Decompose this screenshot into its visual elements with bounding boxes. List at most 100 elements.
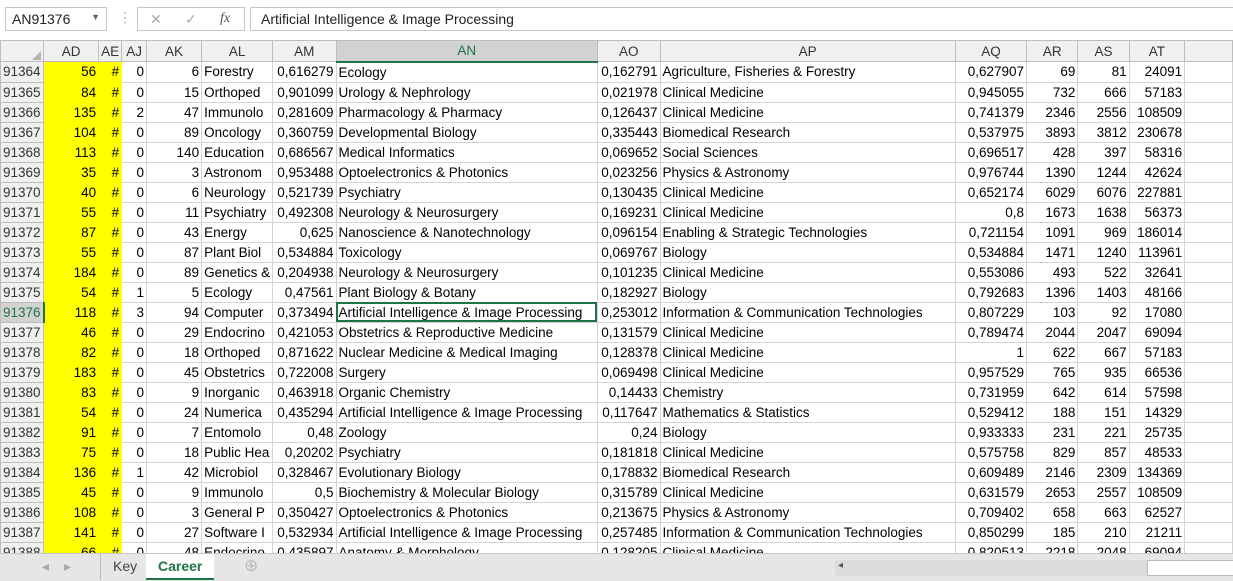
cell-aj[interactable]: 1 xyxy=(121,461,147,483)
cell-ae[interactable]: # xyxy=(98,321,123,343)
cell-an[interactable]: Medical Informatics xyxy=(335,141,598,163)
cell[interactable] xyxy=(1184,101,1233,123)
cell-ae[interactable]: # xyxy=(98,341,123,363)
cell-ak[interactable]: 6 xyxy=(145,181,203,203)
cell-an[interactable]: Biochemistry & Molecular Biology xyxy=(335,481,598,503)
cell-aj[interactable]: 2 xyxy=(121,101,147,123)
cell-ad[interactable]: 46 xyxy=(43,321,100,343)
cell-al[interactable]: Immunolo xyxy=(201,101,274,123)
cell-at[interactable]: 57598 xyxy=(1128,381,1186,403)
cell-an[interactable]: Zoology xyxy=(335,421,598,443)
cell-aj[interactable]: 0 xyxy=(121,541,147,553)
cell-aj[interactable]: 0 xyxy=(121,261,147,283)
cell-am[interactable]: 0,5 xyxy=(272,481,337,503)
cell-an[interactable]: Evolutionary Biology xyxy=(335,461,598,483)
cell-ak[interactable]: 3 xyxy=(145,501,203,523)
cell-ad[interactable]: 82 xyxy=(43,341,100,363)
cell-am[interactable]: 0,686567 xyxy=(272,141,337,163)
cell-ap[interactable]: Biomedical Research xyxy=(659,461,956,483)
cell-at[interactable]: 62527 xyxy=(1128,501,1186,523)
cell-an[interactable]: Psychiatry xyxy=(335,441,598,463)
cell[interactable] xyxy=(1184,121,1233,143)
cell-ad[interactable]: 108 xyxy=(43,501,100,523)
row-header[interactable]: 91375 xyxy=(0,281,45,303)
column-header-ad[interactable]: AD xyxy=(43,40,100,62)
cell-as[interactable]: 2047 xyxy=(1077,321,1130,343)
cell-an[interactable]: Artificial Intelligence & Image Processi… xyxy=(335,301,598,323)
cell-ao[interactable]: 0,023256 xyxy=(596,161,661,183)
cell-an[interactable]: Obstetrics & Reproductive Medicine xyxy=(335,321,598,343)
cell-am[interactable]: 0,350427 xyxy=(272,501,337,523)
cell-aq[interactable]: 0,933333 xyxy=(954,421,1028,443)
cell-ao[interactable]: 0,315789 xyxy=(596,481,661,503)
cell-as[interactable]: 614 xyxy=(1077,381,1130,403)
cell-ae[interactable]: # xyxy=(98,421,123,443)
cell-al[interactable]: General P xyxy=(201,501,274,523)
chevron-down-icon[interactable]: ▼ xyxy=(91,12,100,22)
cell-an[interactable]: Urology & Nephrology xyxy=(335,81,598,103)
scroll-left-arrow-icon[interactable]: ◂ xyxy=(838,560,843,571)
cell-al[interactable]: Education xyxy=(201,141,274,163)
cell-ak[interactable]: 18 xyxy=(145,441,203,463)
cell-as[interactable]: 2309 xyxy=(1077,461,1130,483)
cell-as[interactable]: 92 xyxy=(1077,301,1130,323)
row-header[interactable]: 91367 xyxy=(0,121,45,143)
cell-aj[interactable]: 1 xyxy=(121,281,147,303)
cell-an[interactable]: Artificial Intelligence & Image Processi… xyxy=(335,521,598,543)
cell-an[interactable]: Optoelectronics & Photonics xyxy=(335,161,598,183)
cell-aq[interactable]: 1 xyxy=(954,341,1028,363)
cell-am[interactable]: 0,492308 xyxy=(272,201,337,223)
cell-ae[interactable]: # xyxy=(98,501,123,523)
cell[interactable] xyxy=(1184,241,1233,263)
cell-as[interactable]: 666 xyxy=(1077,81,1130,103)
cell-al[interactable]: Orthoped xyxy=(201,341,274,363)
cell-ad[interactable]: 135 xyxy=(43,101,100,123)
row-header[interactable]: 91382 xyxy=(0,421,45,443)
cell-al[interactable]: Obstetrics xyxy=(201,361,274,383)
cell-at[interactable]: 69094 xyxy=(1128,541,1186,553)
cell-am[interactable]: 0,463918 xyxy=(272,381,337,403)
cell-ao[interactable]: 0,178832 xyxy=(596,461,661,483)
cell-ar[interactable]: 1471 xyxy=(1026,241,1079,263)
row-header[interactable]: 91368 xyxy=(0,141,45,163)
cell-am[interactable]: 0,435897 xyxy=(272,541,337,553)
cell-al[interactable]: Endocrino xyxy=(201,321,274,343)
cell-at[interactable]: 57183 xyxy=(1128,341,1186,363)
cell-as[interactable]: 522 xyxy=(1077,261,1130,283)
cell-ae[interactable]: # xyxy=(98,441,123,463)
cell-ar[interactable]: 658 xyxy=(1026,501,1079,523)
cell-ae[interactable]: # xyxy=(98,521,123,543)
cell-an[interactable]: Organic Chemistry xyxy=(335,381,598,403)
cell-al[interactable]: Oncology xyxy=(201,121,274,143)
cell-ap[interactable]: Clinical Medicine xyxy=(659,541,956,553)
cell-aj[interactable]: 0 xyxy=(121,521,147,543)
cell-am[interactable]: 0,532934 xyxy=(272,521,337,543)
cell-am[interactable]: 0,204938 xyxy=(272,261,337,283)
cancel-icon[interactable]: ✕ xyxy=(150,11,162,28)
row-header[interactable]: 91371 xyxy=(0,201,45,223)
cell-aj[interactable]: 0 xyxy=(121,201,147,223)
cell[interactable] xyxy=(1184,181,1233,203)
cell-as[interactable]: 221 xyxy=(1077,421,1130,443)
cell-ao[interactable]: 0,169231 xyxy=(596,201,661,223)
cell-am[interactable]: 0,521739 xyxy=(272,181,337,203)
row-header[interactable]: 91383 xyxy=(0,441,45,463)
cell-ao[interactable]: 0,117647 xyxy=(596,401,661,423)
cell-an[interactable]: Neurology & Neurosurgery xyxy=(335,261,598,283)
cell[interactable] xyxy=(1184,261,1233,283)
cell-ak[interactable]: 7 xyxy=(145,421,203,443)
cell-ad[interactable]: 104 xyxy=(43,121,100,143)
cell-ap[interactable]: Enabling & Strategic Technologies xyxy=(659,221,956,243)
cell-ak[interactable]: 140 xyxy=(145,141,203,163)
cell-aq[interactable]: 0,850299 xyxy=(954,521,1028,543)
cell-an[interactable]: Artificial Intelligence & Image Processi… xyxy=(335,401,598,423)
cell-ap[interactable]: Biology xyxy=(659,241,956,263)
cell-ao[interactable]: 0,069498 xyxy=(596,361,661,383)
cell-ad[interactable]: 118 xyxy=(43,301,100,323)
cell-ae[interactable]: # xyxy=(98,261,123,283)
cell-ak[interactable]: 87 xyxy=(145,241,203,263)
cell-aj[interactable]: 0 xyxy=(121,401,147,423)
cell-as[interactable]: 663 xyxy=(1077,501,1130,523)
cell-at[interactable]: 230678 xyxy=(1128,121,1186,143)
cell-as[interactable]: 667 xyxy=(1077,341,1130,363)
